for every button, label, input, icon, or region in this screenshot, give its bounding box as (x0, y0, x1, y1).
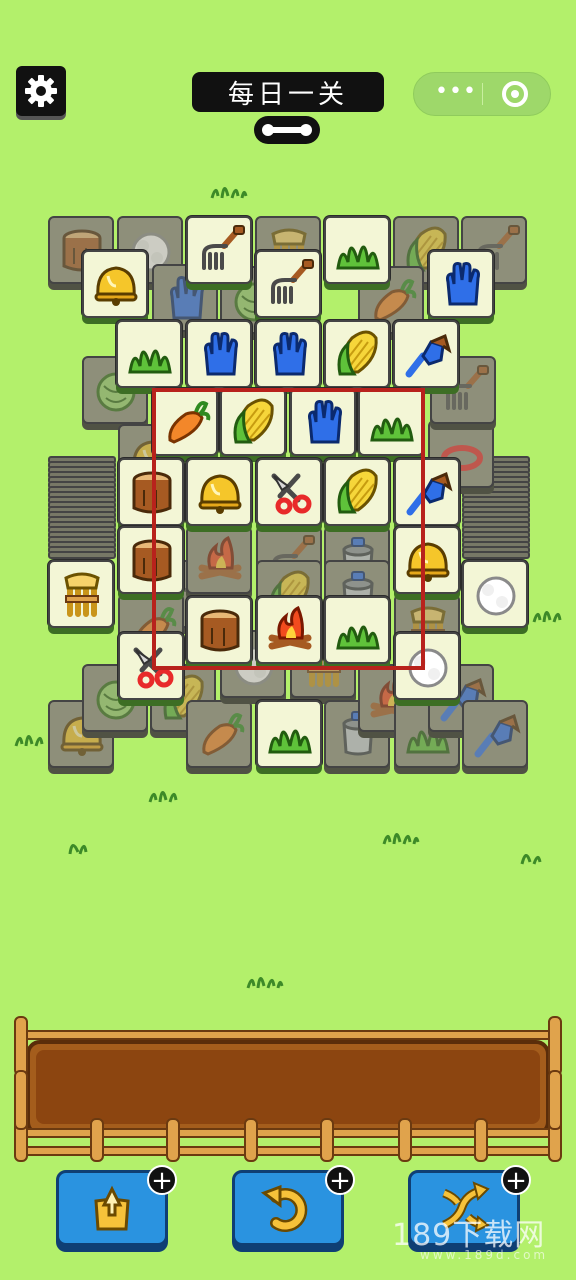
bell-icon (94, 266, 138, 306)
move-out-plus-badge[interactable]: + (147, 1165, 177, 1195)
move-out-tile-icon (94, 1185, 130, 1231)
tile-covered-carrot (186, 700, 252, 768)
watermark-url: www.189d.com (420, 1248, 549, 1262)
grass-icon (336, 245, 380, 270)
capsule-divider (482, 83, 483, 105)
undo-arrow-icon (260, 1184, 308, 1232)
more-menu-button[interactable]: ••• (434, 81, 478, 105)
grass-tuft-icon (148, 791, 178, 803)
glove-icon (446, 262, 480, 306)
undo-plus-badge[interactable]: + (325, 1165, 355, 1195)
grass-tuft-icon (68, 844, 88, 855)
tray-slot-area (36, 1050, 540, 1124)
settings-gear-button[interactable] (16, 66, 66, 116)
tile-grass[interactable] (256, 700, 322, 768)
grass-tuft-icon (382, 833, 420, 845)
tile-grass[interactable] (116, 320, 182, 388)
tile-fork[interactable] (255, 250, 321, 318)
fence-post (166, 1118, 180, 1162)
close-target-button[interactable] (502, 81, 528, 107)
tile-covered-brush (462, 700, 528, 768)
tile-glove[interactable] (428, 250, 494, 318)
miniprogram-capsule: ••• (413, 72, 551, 116)
brush-icon (405, 333, 452, 378)
grass-tuft-icon (532, 611, 562, 623)
tile-brush[interactable] (393, 320, 459, 388)
grass-tuft-icon (210, 187, 248, 199)
glove-icon (273, 332, 307, 376)
wheat-icon (64, 572, 100, 617)
tile-fork[interactable] (186, 216, 252, 284)
fence-post (244, 1118, 258, 1162)
progress-bone-icon (254, 116, 320, 144)
carrot-icon (202, 713, 245, 756)
fence-post-side (14, 1016, 28, 1076)
stacked-tile-edge (462, 551, 530, 559)
highlight-box (152, 388, 425, 670)
fence-post (474, 1118, 488, 1162)
fence-post-side (548, 1016, 562, 1076)
tile-glove[interactable] (255, 320, 321, 388)
brush-icon (474, 713, 521, 758)
fence-post-side (14, 1070, 28, 1130)
grass-icon (268, 729, 312, 754)
glove-icon (204, 332, 238, 376)
gear-icon (25, 75, 57, 107)
tile-bell[interactable] (82, 250, 148, 318)
stacked-tile-edge (48, 551, 116, 559)
shuffle-plus-badge[interactable]: + (501, 1165, 531, 1195)
grass-tuft-icon (246, 977, 284, 989)
grass-icon (128, 349, 172, 374)
fence-post (398, 1118, 412, 1162)
cotton-icon (476, 576, 516, 616)
fork-icon (271, 259, 314, 304)
corn-icon (337, 330, 378, 376)
tile-cotton[interactable] (462, 560, 528, 628)
tile-wheat[interactable] (48, 560, 114, 628)
fence-post (320, 1118, 334, 1162)
fence-post-side (548, 1070, 562, 1130)
level-title: 每日一关 (192, 72, 384, 112)
grass-tuft-icon (520, 854, 542, 865)
fence-rail-top (14, 1030, 562, 1040)
tile-grass[interactable] (324, 216, 390, 284)
tile-glove[interactable] (186, 320, 252, 388)
grass-tuft-icon (14, 735, 44, 747)
fence-post (90, 1118, 104, 1162)
fork-icon (202, 225, 245, 270)
tile-corn[interactable] (324, 320, 390, 388)
